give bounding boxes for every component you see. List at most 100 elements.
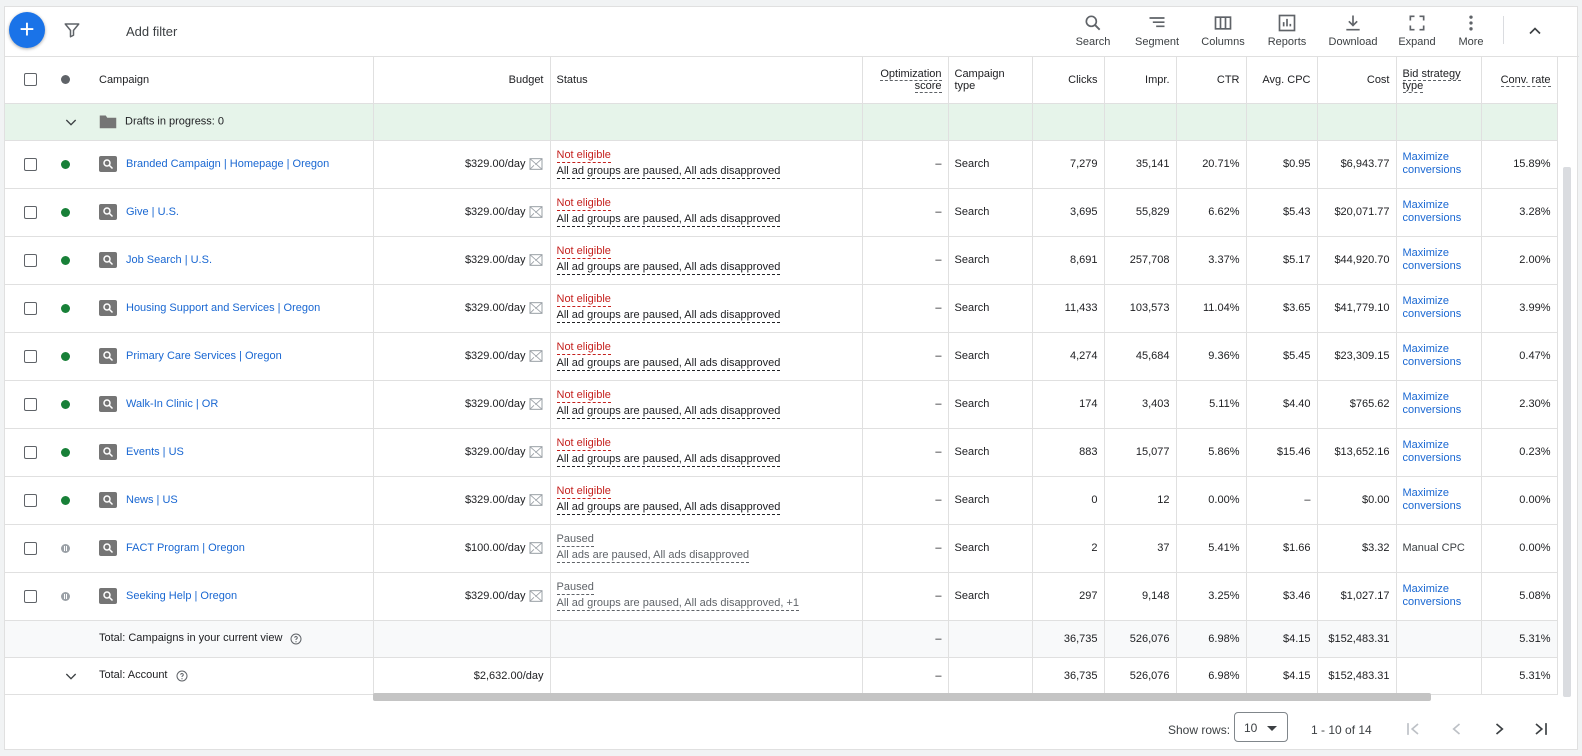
prev-page-icon[interactable] bbox=[1447, 719, 1467, 739]
table-row[interactable]: Walk-In Clinic | OR $329.00/day Not eligib… bbox=[5, 380, 1558, 429]
status-dot[interactable] bbox=[61, 159, 70, 169]
status-reason[interactable]: All ad groups are paused, All ads disapp… bbox=[556, 213, 781, 227]
budget-chart-icon[interactable] bbox=[528, 396, 544, 412]
row-checkbox[interactable] bbox=[23, 349, 37, 363]
status-label[interactable]: Not eligible bbox=[556, 197, 611, 211]
bid-strategy[interactable]: Maximize conversions bbox=[1403, 487, 1462, 512]
status-reason[interactable]: All ad groups are paused, All ads disapp… bbox=[556, 261, 781, 275]
status-reason[interactable]: All ad groups are paused, All ads disapp… bbox=[556, 501, 781, 515]
campaign-name-link[interactable]: Walk-In Clinic | OR bbox=[126, 398, 218, 411]
table-row[interactable]: Job Search | U.S. $329.00/day Not eligible… bbox=[5, 236, 1558, 285]
status-dot[interactable] bbox=[61, 207, 70, 217]
row-checkbox[interactable] bbox=[23, 541, 37, 555]
chevron-down-icon[interactable] bbox=[63, 114, 79, 130]
add-filter-button[interactable]: Add filter bbox=[126, 24, 177, 39]
search-tool-button[interactable]: Search bbox=[1063, 13, 1123, 48]
row-checkbox[interactable] bbox=[23, 157, 37, 171]
status-reason[interactable]: All ad groups are paused, All ads disapp… bbox=[556, 597, 799, 611]
row-checkbox[interactable] bbox=[23, 445, 37, 459]
bid-strategy[interactable]: Maximize conversions bbox=[1403, 247, 1462, 272]
first-page-icon[interactable] bbox=[1403, 719, 1423, 739]
status-dot[interactable] bbox=[61, 543, 70, 553]
status-reason[interactable]: All ad groups are paused, All ads disapp… bbox=[556, 165, 781, 179]
status-dot[interactable] bbox=[61, 303, 70, 313]
budget-chart-icon[interactable] bbox=[528, 204, 544, 220]
reports-tool-button[interactable]: Reports bbox=[1257, 13, 1317, 48]
chevron-up-icon[interactable] bbox=[1525, 21, 1545, 41]
bid-strategy[interactable]: Maximize conversions bbox=[1403, 343, 1462, 368]
status-dot[interactable] bbox=[61, 591, 70, 601]
status-dot[interactable] bbox=[61, 255, 70, 265]
last-page-icon[interactable] bbox=[1531, 719, 1551, 739]
table-row[interactable]: Housing Support and Services | Oregon $32… bbox=[5, 284, 1558, 333]
status-dot[interactable] bbox=[61, 447, 70, 457]
col-status[interactable]: Status bbox=[550, 57, 863, 104]
filter-icon[interactable] bbox=[63, 21, 81, 39]
status-reason[interactable]: All ad groups are paused, All ads disapp… bbox=[556, 453, 781, 467]
select-all-checkbox[interactable] bbox=[23, 73, 37, 87]
col-conv-rate[interactable]: Conv. rate bbox=[1481, 57, 1558, 104]
status-label[interactable]: Not eligible bbox=[556, 437, 611, 451]
status-label[interactable]: Not eligible bbox=[556, 485, 611, 499]
col-ctr[interactable]: CTR bbox=[1176, 57, 1247, 104]
campaign-name-link[interactable]: Job Search | U.S. bbox=[126, 254, 212, 267]
col-optimization-score[interactable]: Optimization score bbox=[862, 57, 949, 104]
help-icon[interactable] bbox=[290, 633, 302, 645]
status-dot[interactable] bbox=[61, 399, 70, 409]
row-checkbox[interactable] bbox=[23, 397, 37, 411]
col-campaign[interactable]: Campaign bbox=[93, 57, 374, 104]
table-row[interactable]: Seeking Help | Oregon $329.00/day Paused Al… bbox=[5, 572, 1558, 621]
col-bid-strategy-type[interactable]: Bid strategy type bbox=[1396, 57, 1482, 104]
drafts-row[interactable]: Drafts in progress: 0 bbox=[5, 103, 1558, 141]
segment-tool-button[interactable]: Segment bbox=[1127, 13, 1187, 48]
bid-strategy[interactable]: Maximize conversions bbox=[1403, 295, 1462, 320]
budget-chart-icon[interactable] bbox=[528, 348, 544, 364]
download-tool-button[interactable]: Download bbox=[1323, 13, 1383, 48]
budget-chart-icon[interactable] bbox=[528, 444, 544, 460]
vertical-scrollbar[interactable] bbox=[1563, 167, 1571, 697]
row-checkbox[interactable] bbox=[23, 253, 37, 267]
table-row[interactable]: FACT Program | Oregon $100.00/day Paused Al… bbox=[5, 524, 1558, 573]
status-dot[interactable] bbox=[61, 495, 70, 505]
help-icon[interactable] bbox=[176, 670, 188, 682]
bid-strategy[interactable]: Maximize conversions bbox=[1403, 439, 1462, 464]
row-checkbox[interactable] bbox=[23, 589, 37, 603]
table-row[interactable]: News | US $329.00/day Not eligible All ad g… bbox=[5, 476, 1558, 525]
col-avg-cpc[interactable]: Avg. CPC bbox=[1246, 57, 1318, 104]
budget-chart-icon[interactable] bbox=[528, 252, 544, 268]
row-checkbox[interactable] bbox=[23, 205, 37, 219]
col-budget[interactable]: Budget bbox=[373, 57, 551, 104]
bid-strategy[interactable]: Maximize conversions bbox=[1403, 391, 1462, 416]
budget-chart-icon[interactable] bbox=[528, 588, 544, 604]
table-row[interactable]: Primary Care Services | Oregon $329.00/da… bbox=[5, 332, 1558, 381]
budget-chart-icon[interactable] bbox=[528, 156, 544, 172]
horizontal-scrollbar[interactable] bbox=[373, 693, 1431, 701]
status-label[interactable]: Not eligible bbox=[556, 149, 611, 163]
more-tool-button[interactable]: More bbox=[1441, 13, 1501, 48]
status-label[interactable]: Not eligible bbox=[556, 245, 611, 259]
campaign-name-link[interactable]: Housing Support and Services | Oregon bbox=[126, 302, 320, 315]
next-page-icon[interactable] bbox=[1489, 719, 1509, 739]
status-dot[interactable] bbox=[61, 351, 70, 361]
status-label[interactable]: Not eligible bbox=[556, 389, 611, 403]
status-label[interactable]: Not eligible bbox=[556, 293, 611, 307]
status-reason[interactable]: All ad groups are paused, All ads disapp… bbox=[556, 357, 781, 371]
col-campaign-type[interactable]: Campaign type bbox=[948, 57, 1033, 104]
create-button[interactable]: + bbox=[9, 12, 45, 48]
rows-per-page-select[interactable]: 10 bbox=[1234, 712, 1288, 742]
budget-chart-icon[interactable] bbox=[528, 540, 544, 556]
status-reason[interactable]: All ads are paused, All ads disapproved bbox=[556, 549, 750, 563]
campaign-name-link[interactable]: News | US bbox=[126, 494, 178, 507]
status-label[interactable]: Not eligible bbox=[556, 341, 611, 355]
campaign-name-link[interactable]: Seeking Help | Oregon bbox=[126, 590, 237, 603]
status-label[interactable]: Paused bbox=[556, 533, 594, 547]
col-impr[interactable]: Impr. bbox=[1104, 57, 1177, 104]
col-clicks[interactable]: Clicks bbox=[1032, 57, 1105, 104]
row-checkbox[interactable] bbox=[23, 301, 37, 315]
table-row[interactable]: Give | U.S. $329.00/day Not eligible All ad… bbox=[5, 188, 1558, 237]
campaign-name-link[interactable]: Primary Care Services | Oregon bbox=[126, 350, 282, 363]
bid-strategy[interactable]: Maximize conversions bbox=[1403, 583, 1462, 608]
chevron-down-icon[interactable] bbox=[63, 668, 79, 684]
table-row[interactable]: Branded Campaign | Homepage | Oregon $329… bbox=[5, 140, 1558, 189]
campaign-name-link[interactable]: FACT Program | Oregon bbox=[126, 542, 245, 555]
